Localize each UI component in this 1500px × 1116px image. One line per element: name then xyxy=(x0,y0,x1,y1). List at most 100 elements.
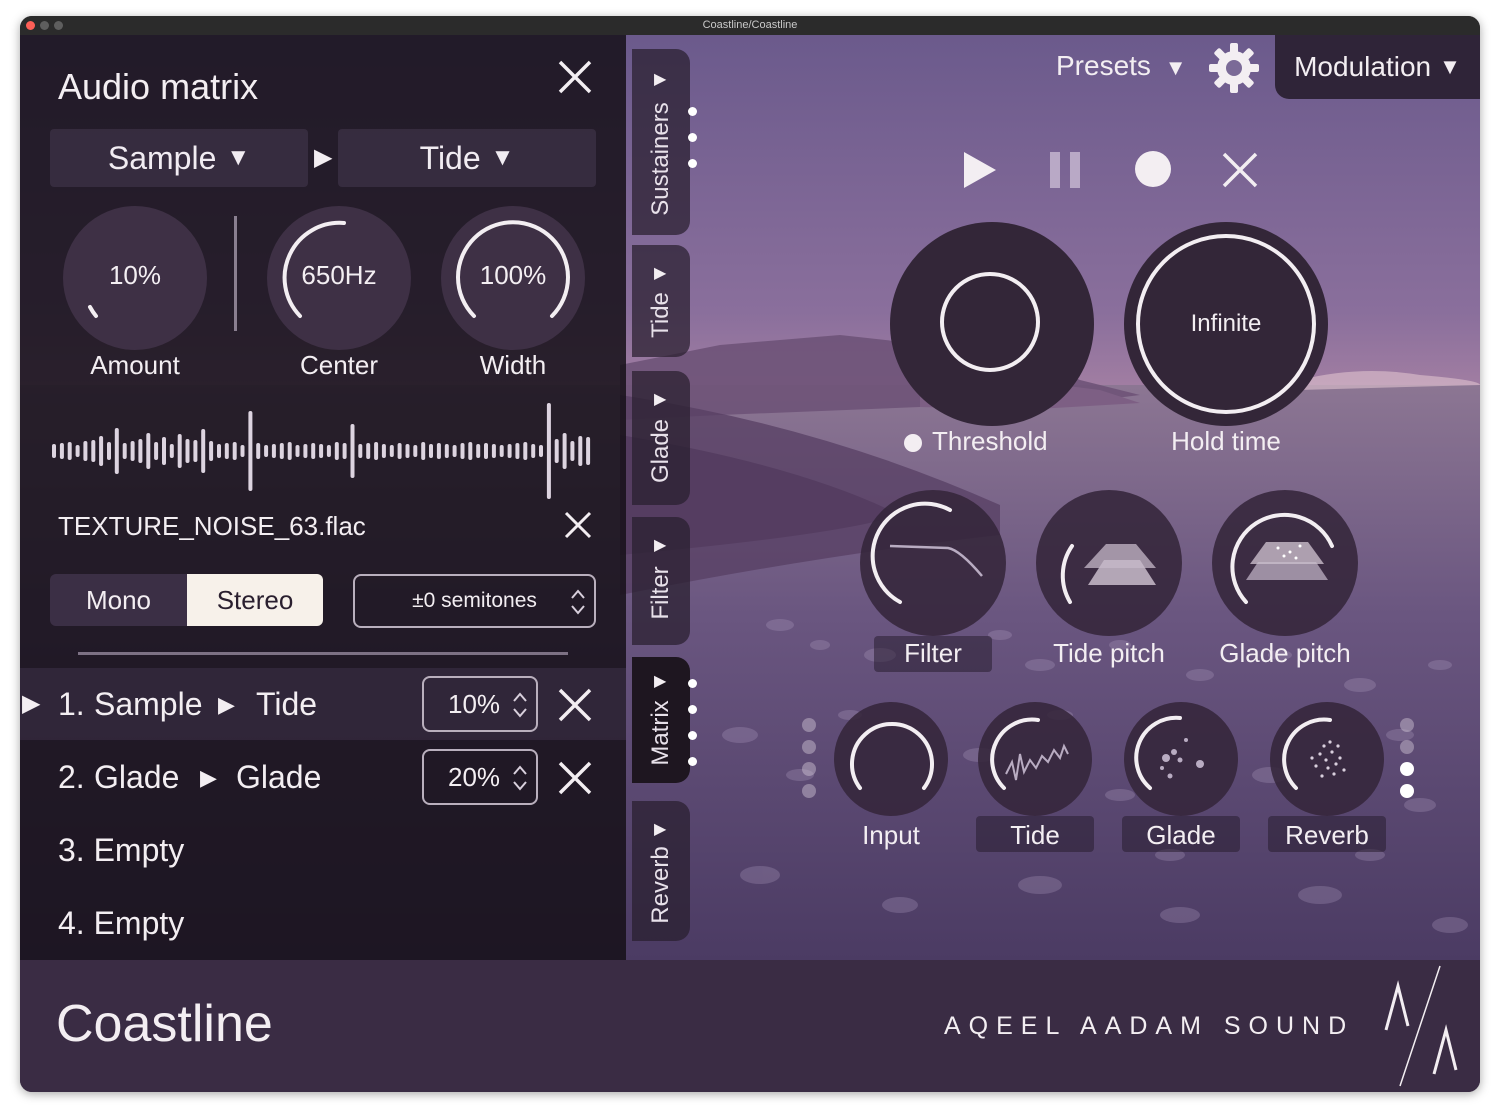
left-page-dots[interactable] xyxy=(802,718,816,806)
matrix-row-2-amount-stepper[interactable]: 20% xyxy=(422,749,538,805)
filter-curve-icon xyxy=(870,501,983,604)
waveform-bar xyxy=(515,443,520,459)
waveform-bar xyxy=(350,424,355,478)
waveform-bar xyxy=(468,442,473,460)
waveform-bar xyxy=(138,439,143,463)
destination-dropdown[interactable]: Tide ▼ xyxy=(338,129,596,187)
waveform-bar xyxy=(389,445,394,457)
waveform-bar xyxy=(578,436,583,466)
matrix-row-amount: 20% xyxy=(448,761,501,792)
waveform-bar xyxy=(374,442,379,460)
width-knob-value: 100% xyxy=(479,260,547,290)
waveform-bar xyxy=(476,444,481,458)
waveform-bar xyxy=(366,443,371,459)
matrix-row-1-amount-stepper[interactable]: 10% xyxy=(422,676,538,732)
tab-tide[interactable]: ▶ Tide xyxy=(632,245,690,357)
waveform-bar xyxy=(303,444,308,458)
stereo-button[interactable]: Stereo xyxy=(187,574,323,626)
stepper-arrows-icon xyxy=(571,589,585,615)
tab-sustainers[interactable]: ▶ Sustainers xyxy=(632,49,697,235)
tab-matrix-label: Matrix xyxy=(647,700,674,766)
semitones-stepper[interactable]: ±0 semitones xyxy=(353,574,596,628)
waveform-bar xyxy=(319,444,324,458)
panel-divider xyxy=(78,652,568,655)
zoom-window-button[interactable] xyxy=(54,21,63,30)
matrix-row-3[interactable]: 3. Empty xyxy=(58,832,184,869)
audio-matrix-title: Audio matrix xyxy=(58,66,259,107)
waveform-bar xyxy=(326,445,331,457)
stepper-arrows-icon xyxy=(513,765,527,791)
app-window: Coastline/Coastline Audio matrix Sample … xyxy=(20,16,1480,1092)
tab-filter[interactable]: ▶ Filter xyxy=(632,517,690,645)
waveform-bar xyxy=(75,445,80,457)
tab-glade[interactable]: ▶ Glade xyxy=(632,371,690,505)
product-name: Coastline xyxy=(56,995,273,1053)
waveform-bar xyxy=(59,443,64,459)
matrix-row-destination: Tide xyxy=(256,686,318,722)
waveform-bar xyxy=(523,442,528,460)
hold-time-ring: Infinite xyxy=(1136,234,1316,414)
width-knob-label: Width xyxy=(479,350,547,380)
play-icon[interactable] xyxy=(960,150,1000,190)
remove-sample-icon[interactable] xyxy=(564,511,592,539)
input-knob-label: Input xyxy=(862,820,920,850)
waveform-bar xyxy=(83,441,88,461)
matrix-row-index: 2. xyxy=(58,759,85,795)
tab-dots xyxy=(688,679,697,783)
stepper-arrows-icon xyxy=(513,692,527,718)
waveform-bar xyxy=(311,443,316,459)
matrix-row-amount: 10% xyxy=(448,688,501,719)
tab-arrow-icon: ▶ xyxy=(654,673,667,690)
waveform-bar xyxy=(546,403,551,499)
remove-row-2-icon[interactable] xyxy=(558,761,592,795)
pause-icon[interactable] xyxy=(1048,152,1082,188)
tab-arrow-icon: ▶ xyxy=(654,265,667,282)
waveform-bar xyxy=(114,428,119,474)
matrix-row-index: 1. xyxy=(58,686,85,722)
waveform-bar xyxy=(444,444,449,458)
right-page-dots[interactable] xyxy=(1400,718,1414,806)
record-icon[interactable] xyxy=(1134,150,1172,188)
waveform-bar xyxy=(130,441,135,461)
brand-name: AQEEL AADAM SOUND xyxy=(944,1012,1355,1040)
threshold-ring xyxy=(940,272,1040,372)
mono-button[interactable]: Mono xyxy=(50,574,187,626)
waveform-bar xyxy=(185,439,190,463)
tab-matrix[interactable]: ▶ Matrix xyxy=(632,657,697,783)
remove-row-1-icon[interactable] xyxy=(558,688,592,722)
matrix-row-4[interactable]: 4. Empty xyxy=(58,905,184,942)
knob-divider xyxy=(234,216,237,331)
presets-button[interactable]: Presets ▼ xyxy=(1056,50,1187,82)
modulation-label: Modulation xyxy=(1294,51,1432,82)
waveform-bar xyxy=(209,441,214,461)
modulation-button[interactable]: Modulation ▼ xyxy=(1275,35,1480,99)
sample-waveform[interactable] xyxy=(48,401,598,501)
waveform-bar xyxy=(217,444,221,458)
chevron-down-icon: ▼ xyxy=(490,144,515,171)
tab-reverb[interactable]: ▶ Reverb xyxy=(632,801,690,941)
close-panel-icon[interactable] xyxy=(557,59,593,95)
hold-time-value: Infinite xyxy=(1190,310,1262,337)
waveform-bar xyxy=(91,440,96,462)
waveform-bar xyxy=(240,445,245,457)
waveform-bar xyxy=(342,443,347,459)
waveform-bar xyxy=(397,443,402,459)
chevron-down-icon: ▼ xyxy=(1439,54,1461,79)
presets-label: Presets xyxy=(1056,50,1151,81)
source-dropdown[interactable]: Sample ▼ xyxy=(50,129,308,187)
selected-row-indicator-icon: ▶ xyxy=(22,690,41,717)
minimize-window-button[interactable] xyxy=(40,21,49,30)
waveform-bar xyxy=(224,443,229,459)
waveform-bar xyxy=(107,442,111,460)
waveform-bar xyxy=(248,411,253,491)
tab-arrow-icon: ▶ xyxy=(654,71,667,88)
gear-icon[interactable] xyxy=(1208,42,1260,94)
tab-filter-label: Filter xyxy=(647,566,674,620)
waveform-bar xyxy=(334,442,339,460)
close-window-button[interactable] xyxy=(26,21,35,30)
waveform-bar xyxy=(177,434,182,468)
waveform-bar xyxy=(279,443,284,459)
stop-icon[interactable] xyxy=(1222,152,1258,188)
waveform-bar xyxy=(531,444,536,458)
amount-knob-label: Amount xyxy=(90,350,180,380)
